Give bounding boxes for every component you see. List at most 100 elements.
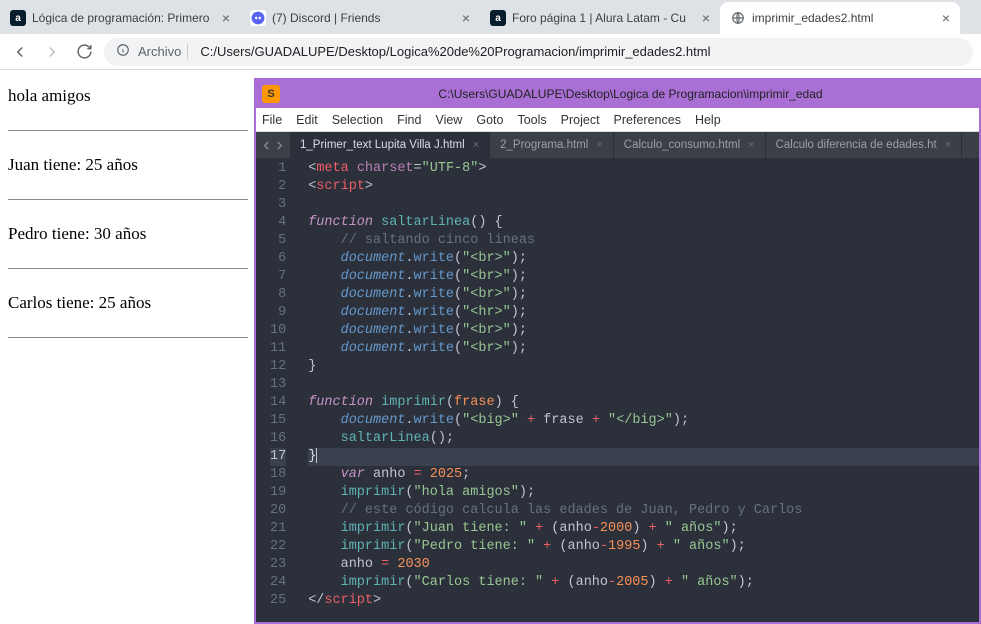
code-line[interactable]: imprimir("Juan tiene: " + (anho-2000) + … (308, 520, 979, 538)
code-line[interactable]: } (308, 448, 979, 466)
line-number: 19 (270, 484, 286, 502)
back-button[interactable] (8, 40, 32, 64)
editor-tab-label: Calculo diferencia de edades.ht (776, 139, 937, 151)
code-line[interactable] (308, 376, 979, 394)
editor-tab[interactable]: Calculo diferencia de edades.ht × (766, 132, 963, 158)
close-icon[interactable]: × (596, 139, 602, 151)
code-line[interactable]: // este código calcula las edades de Jua… (308, 502, 979, 520)
gutter: 1234567891011121314151617181920212223242… (256, 158, 296, 622)
favicon-discord (250, 10, 266, 26)
code-line[interactable]: var anho = 2025; (308, 466, 979, 484)
code-line[interactable]: document.write("<br>"); (308, 322, 979, 340)
menu-item-goto[interactable]: Goto (476, 113, 503, 127)
line-number: 11 (270, 340, 286, 358)
divider (8, 268, 248, 269)
output-line: Carlos tiene: 25 años (8, 287, 248, 319)
forward-button[interactable] (40, 40, 64, 64)
close-icon[interactable]: × (462, 10, 470, 26)
menu-item-project[interactable]: Project (561, 113, 600, 127)
code-editor[interactable]: 1234567891011121314151617181920212223242… (256, 158, 979, 622)
editor-tab-label: 1_Primer_text Lupita Villa J.html (300, 139, 465, 151)
line-number: 15 (270, 412, 286, 430)
browser-tab-active[interactable]: imprimir_edades2.html × (720, 2, 960, 34)
browser-toolbar: Archivo C:/Users/GUADALUPE/Desktop/Logic… (0, 34, 981, 70)
line-number: 14 (270, 394, 286, 412)
output-line: Juan tiene: 25 años (8, 149, 248, 181)
close-icon[interactable]: × (473, 139, 479, 151)
menu-item-preferences[interactable]: Preferences (614, 113, 681, 127)
code-line[interactable]: document.write("<br>"); (308, 340, 979, 358)
menu-item-tools[interactable]: Tools (517, 113, 546, 127)
code-area[interactable]: <meta charset="UTF-8"><script> function … (296, 158, 979, 622)
line-number: 5 (270, 232, 286, 250)
code-line[interactable]: document.write("<hr>"); (308, 304, 979, 322)
line-number: 7 (270, 268, 286, 286)
code-line[interactable]: document.write("<br>"); (308, 250, 979, 268)
sublime-titlebar[interactable]: S C:\Users\GUADALUPE\Desktop\Logica de P… (256, 80, 979, 108)
line-number: 1 (270, 160, 286, 178)
favicon-alura: a (10, 10, 26, 26)
tab-title: Lógica de programación: Primero (32, 11, 216, 25)
reload-button[interactable] (72, 40, 96, 64)
close-icon[interactable]: × (945, 139, 951, 151)
line-number: 12 (270, 358, 286, 376)
divider (8, 130, 248, 131)
editor-tab[interactable]: 2_Programa.html× (490, 132, 614, 158)
editor-tab[interactable]: 1_Primer_text Lupita Villa J.html × (290, 132, 490, 158)
code-line[interactable]: <script> (308, 178, 979, 196)
close-icon[interactable]: × (942, 10, 950, 26)
line-number: 20 (270, 502, 286, 520)
tab-nav-arrows[interactable] (256, 132, 290, 158)
page-output: hola amigos Juan tiene: 25 años Pedro ti… (8, 80, 248, 356)
editor-tab-label: Calculo_consumo.html (624, 139, 740, 151)
browser-tab[interactable]: a Foro página 1 | Alura Latam - Cu × (480, 2, 720, 34)
code-line[interactable]: document.write("<br>"); (308, 286, 979, 304)
line-number: 9 (270, 304, 286, 322)
code-line[interactable]: anho = 2030 (308, 556, 979, 574)
code-line[interactable]: imprimir("hola amigos"); (308, 484, 979, 502)
line-number: 22 (270, 538, 286, 556)
address-bar[interactable]: Archivo C:/Users/GUADALUPE/Desktop/Logic… (104, 38, 973, 66)
editor-tab[interactable]: Calculo_consumo.html × (614, 132, 766, 158)
info-icon[interactable] (116, 43, 130, 60)
output-line: Pedro tiene: 30 años (8, 218, 248, 250)
line-number: 24 (270, 574, 286, 592)
menu-item-edit[interactable]: Edit (296, 113, 318, 127)
code-line[interactable]: // saltando cinco lineas (308, 232, 979, 250)
menu-item-file[interactable]: File (262, 113, 282, 127)
code-line[interactable]: <meta charset="UTF-8"> (308, 160, 979, 178)
code-line[interactable]: imprimir("Carlos tiene: " + (anho-2005) … (308, 574, 979, 592)
code-line[interactable]: document.write("<br>"); (308, 268, 979, 286)
sublime-tabstrip: 1_Primer_text Lupita Villa J.html×2_Prog… (256, 132, 979, 158)
line-number: 6 (270, 250, 286, 268)
tab-title: (7) Discord | Friends (272, 11, 456, 25)
line-number: 25 (270, 592, 286, 610)
sublime-menubar: File Edit Selection Find View Goto Tools Projec… (256, 108, 979, 132)
close-icon[interactable]: × (222, 10, 230, 26)
favicon-file (730, 10, 746, 26)
output-line: hola amigos (8, 80, 248, 112)
close-icon[interactable]: × (748, 139, 754, 151)
line-number: 18 (270, 466, 286, 484)
browser-tab[interactable]: (7) Discord | Friends × (240, 2, 480, 34)
tab-title: Foro página 1 | Alura Latam - Cu (512, 11, 696, 25)
code-line[interactable]: function saltarLinea() { (308, 214, 979, 232)
code-line[interactable]: </script> (308, 592, 979, 610)
line-number: 13 (270, 376, 286, 394)
close-icon[interactable]: × (702, 10, 710, 26)
line-number: 4 (270, 214, 286, 232)
url-scheme: Archivo (138, 44, 188, 59)
line-number: 21 (270, 520, 286, 538)
sublime-title: C:\Users\GUADALUPE\Desktop\Logica de Pro… (288, 87, 973, 101)
menu-item-selection[interactable]: Selection (332, 113, 383, 127)
code-line[interactable]: imprimir("Pedro tiene: " + (anho-1995) +… (308, 538, 979, 556)
code-line[interactable]: document.write("<big>" + frase + "</big>… (308, 412, 979, 430)
code-line[interactable]: saltarLinea(); (308, 430, 979, 448)
code-line[interactable]: } (308, 358, 979, 376)
menu-item-view[interactable]: View (435, 113, 462, 127)
menu-item-help[interactable]: Help (695, 113, 721, 127)
code-line[interactable]: function imprimir(frase) { (308, 394, 979, 412)
menu-item-find[interactable]: Find (397, 113, 421, 127)
code-line[interactable] (308, 196, 979, 214)
browser-tab[interactable]: a Lógica de programación: Primero × (0, 2, 240, 34)
